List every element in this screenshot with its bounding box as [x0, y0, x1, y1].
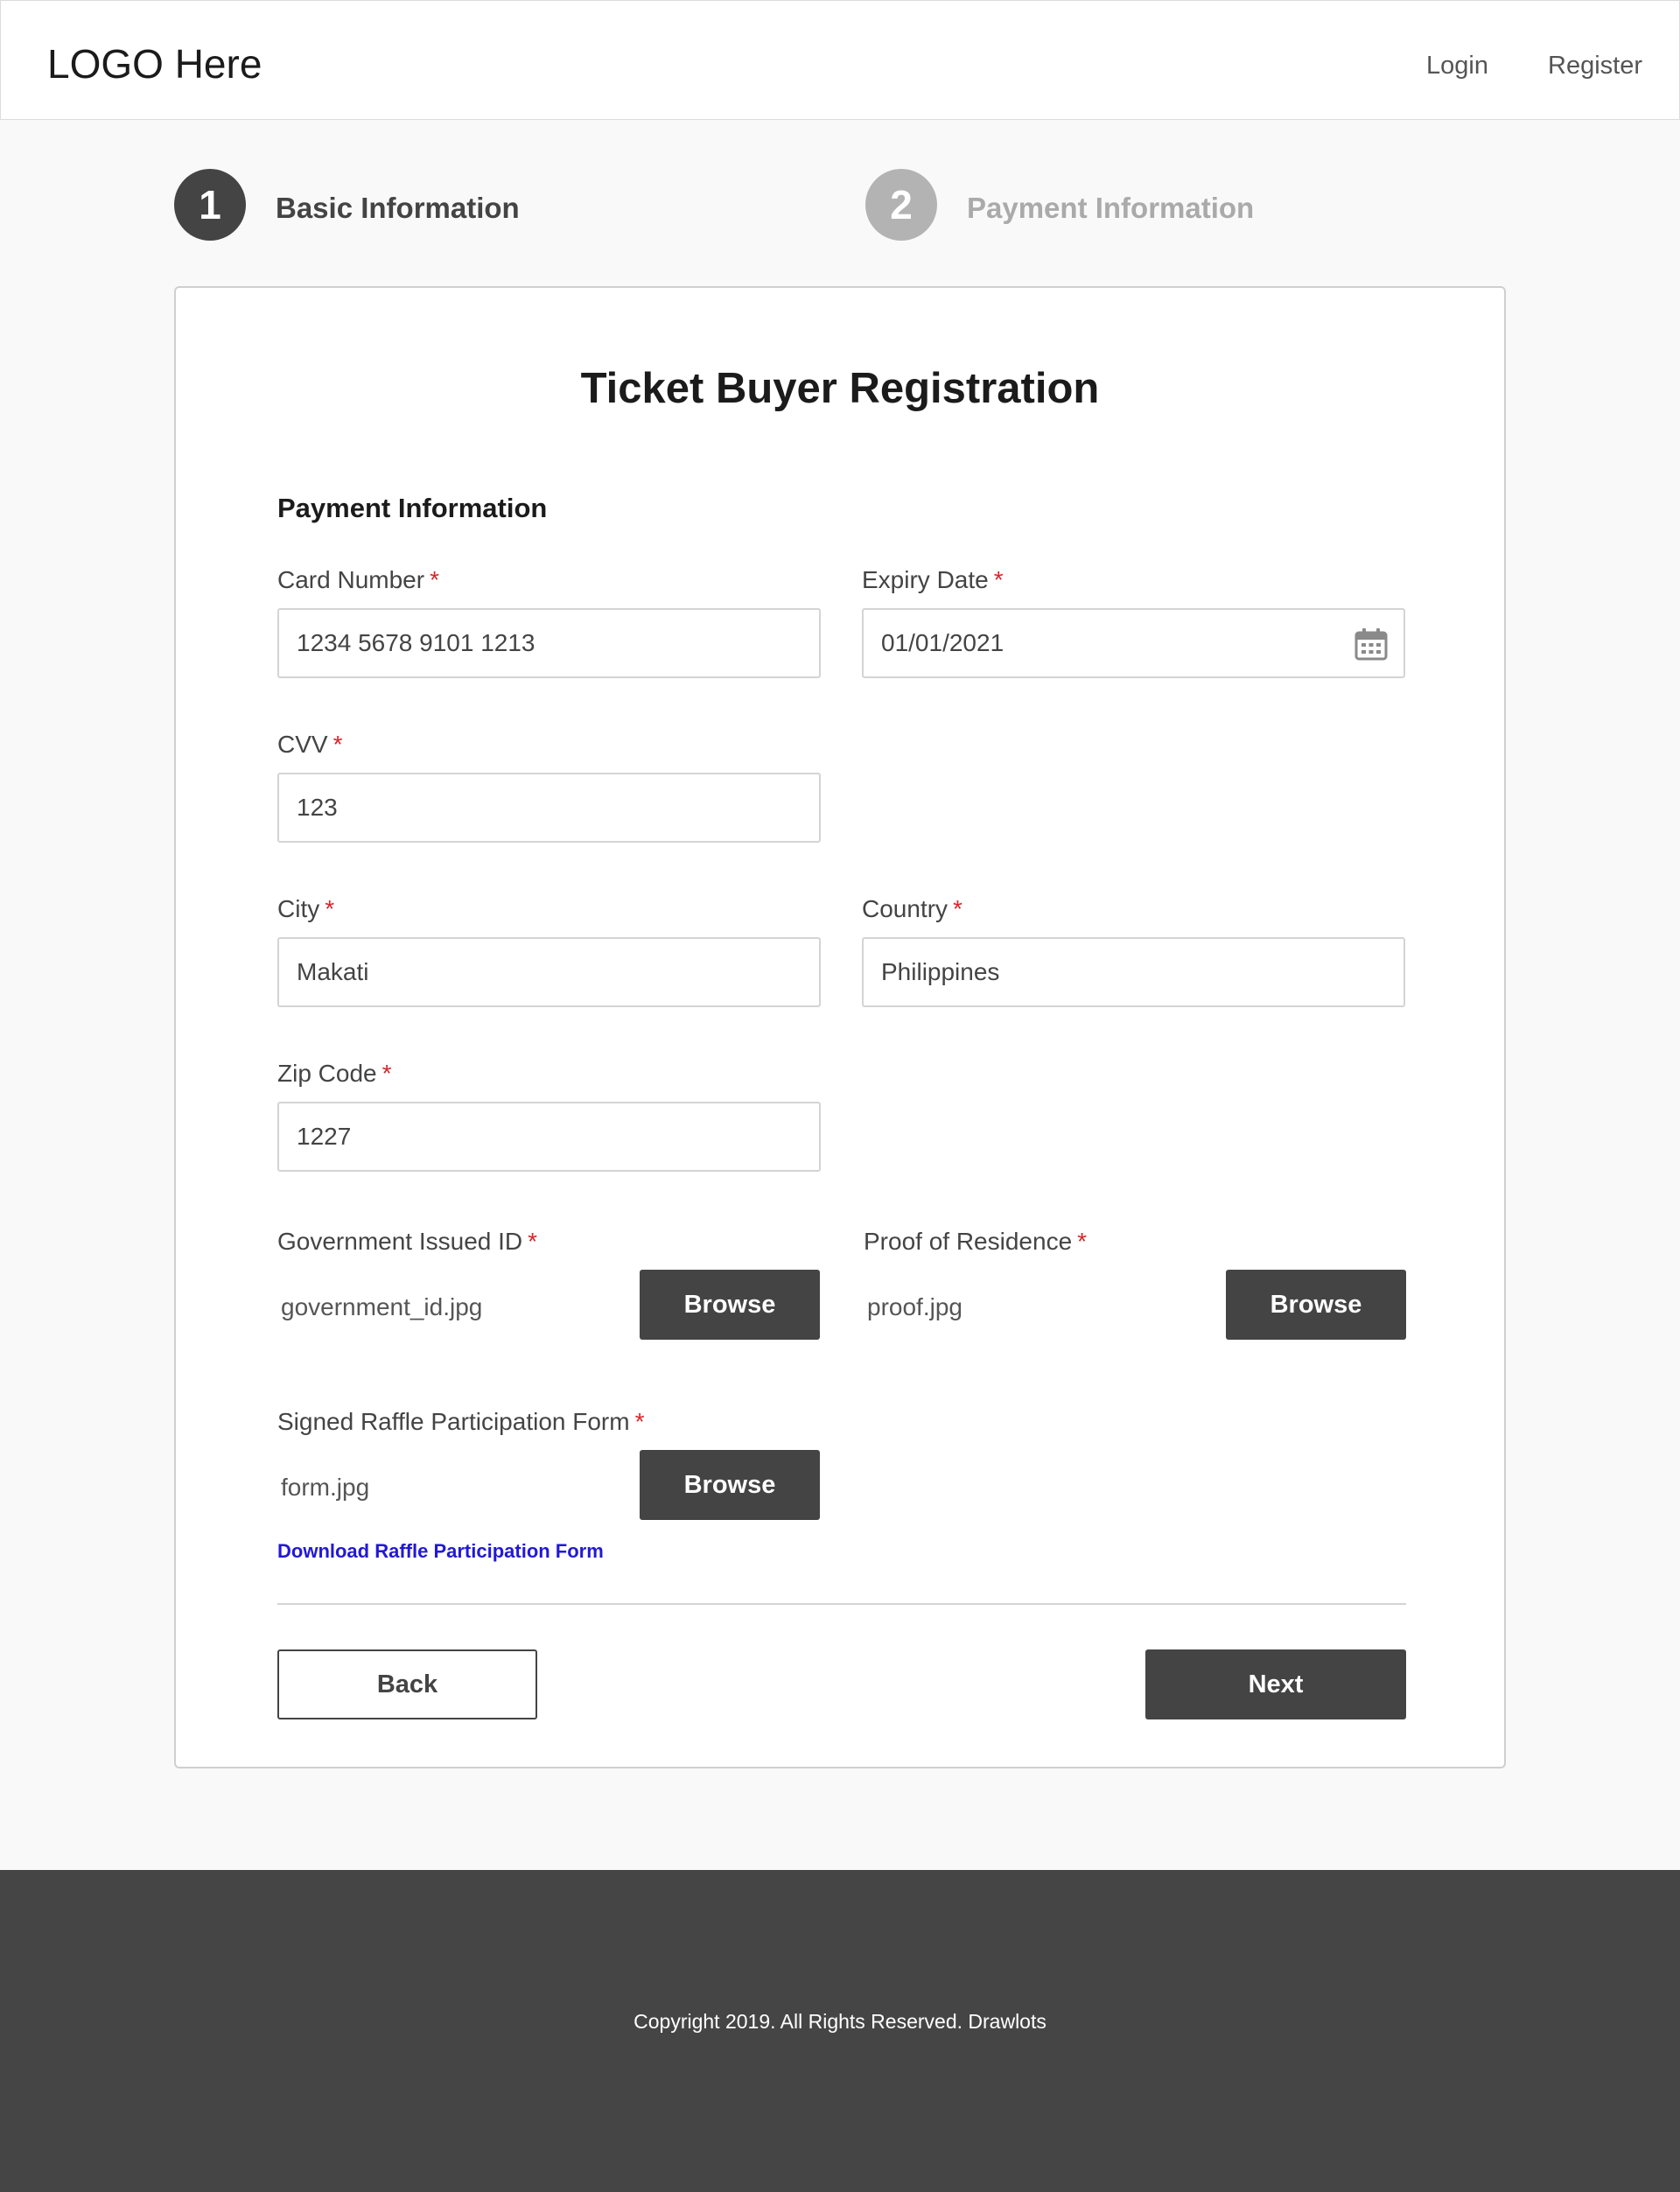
proof-of-residence-label: Proof of Residence *	[864, 1228, 1088, 1255]
required-marker: *	[382, 1060, 392, 1087]
logo[interactable]: LOGO Here	[47, 39, 262, 88]
zip-code-value: 1227	[297, 1123, 352, 1150]
required-marker: *	[430, 566, 439, 593]
required-marker: *	[634, 1408, 645, 1435]
expiry-date-input[interactable]: 01/01/2021	[862, 608, 1405, 678]
form-title: Ticket Buyer Registration	[580, 365, 1100, 412]
raffle-form-label: Signed Raffle Participation Form *	[277, 1408, 645, 1435]
country-input[interactable]: Philippines	[862, 937, 1405, 1007]
required-marker: *	[953, 895, 962, 922]
zip-code-label: Zip Code *	[277, 1060, 392, 1087]
card-number-label: Card Number *	[277, 566, 439, 593]
cvv-value: 123	[297, 794, 338, 821]
register-link[interactable]: Register	[1548, 50, 1642, 81]
raffle-form-browse-button[interactable]: Browse	[640, 1450, 820, 1520]
city-input[interactable]: Makati	[277, 937, 821, 1007]
proof-of-residence-browse-button[interactable]: Browse	[1226, 1270, 1406, 1340]
step-2-indicator: 2	[865, 169, 937, 241]
required-marker: *	[528, 1228, 538, 1255]
required-marker: *	[993, 566, 1004, 593]
calendar-icon[interactable]	[1354, 627, 1388, 661]
section-title: Payment Information	[277, 493, 548, 523]
country-value: Philippines	[881, 958, 1000, 985]
government-id-filename: government_id.jpg	[281, 1293, 483, 1320]
footer: Copyright 2019. All Rights Reserved. Dra…	[0, 1870, 1680, 2192]
expiry-date-value: 01/01/2021	[881, 629, 1004, 656]
government-id-label: Government Issued ID *	[277, 1228, 538, 1255]
card-number-value: 1234 5678 9101 1213	[297, 629, 536, 656]
back-button[interactable]: Back	[277, 1649, 537, 1719]
city-label: City *	[277, 895, 335, 922]
required-marker: *	[1077, 1228, 1088, 1255]
copyright-text: Copyright 2019. All Rights Reserved. Dra…	[634, 2010, 1046, 2033]
government-id-browse-button[interactable]: Browse	[640, 1270, 820, 1340]
step-1-indicator: 1	[174, 169, 246, 241]
zip-code-input[interactable]: 1227	[277, 1102, 821, 1172]
city-value: Makati	[297, 958, 369, 985]
cvv-input[interactable]: 123	[277, 773, 821, 843]
required-marker: *	[332, 731, 343, 758]
card-number-input[interactable]: 1234 5678 9101 1213	[277, 608, 821, 678]
proof-of-residence-filename: proof.jpg	[867, 1293, 962, 1320]
top-header: LOGO Here Login Register	[0, 0, 1680, 120]
login-link[interactable]: Login	[1426, 50, 1488, 81]
registration-card: Ticket Buyer Registration Payment Inform…	[174, 286, 1506, 1768]
download-raffle-form-link[interactable]: Download Raffle Participation Form	[277, 1539, 604, 1564]
required-marker: *	[325, 895, 335, 922]
next-button[interactable]: Next	[1145, 1649, 1406, 1719]
cvv-label: CVV *	[277, 731, 343, 758]
step-2-label: Payment Information	[967, 192, 1255, 224]
step-1-label: Basic Information	[276, 192, 520, 224]
expiry-date-label: Expiry Date *	[862, 566, 1004, 593]
divider	[277, 1603, 1406, 1605]
raffle-form-filename: form.jpg	[281, 1474, 370, 1501]
country-label: Country *	[862, 895, 962, 922]
